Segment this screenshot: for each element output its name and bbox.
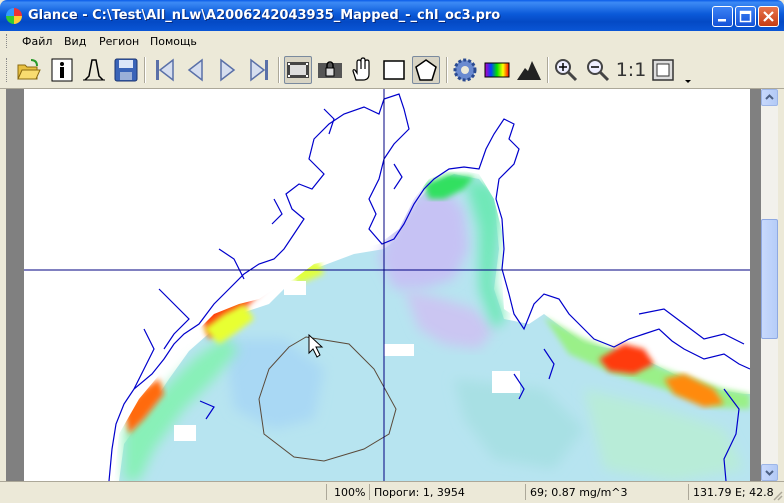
minimize-button[interactable] [712,6,733,27]
toolbar-separator [144,57,146,83]
stretch-button[interactable] [515,56,543,84]
first-frame-icon [156,58,174,82]
prev-frame-button[interactable] [182,56,210,84]
lock-filmstrip-button[interactable] [316,56,344,84]
scroll-thumb[interactable] [761,219,778,339]
open-button[interactable] [15,56,43,84]
menu-file[interactable]: Файл [22,35,52,48]
settings-button[interactable] [451,56,479,84]
status-zoom: 100% [334,486,366,499]
fit-window-button[interactable] [649,56,677,84]
histogram-button[interactable] [80,56,108,84]
next-frame-icon [220,58,236,82]
title-bar[interactable]: Glance - C:\Test\All_nLw\A2006242043935_… [0,0,784,31]
zoom-out-button[interactable] [584,56,612,84]
zoom-in-icon [555,59,578,82]
vertical-scrollbar[interactable] [761,89,778,481]
rectangle-icon [383,60,405,80]
toolbar-separator [278,57,280,83]
polygon-icon [415,59,437,81]
palette-icon [484,62,510,78]
last-frame-button[interactable] [245,56,273,84]
menu-region[interactable]: Регион [99,35,139,48]
resize-grip-icon[interactable] [772,490,783,501]
polygon-region-button[interactable] [412,56,440,84]
open-folder-icon [17,59,41,80]
status-separator [688,484,689,500]
hand-icon [352,57,370,81]
pan-button[interactable] [348,56,376,84]
last-frame-icon [250,58,268,82]
scroll-down-button[interactable] [761,464,778,481]
status-thresholds: Пороги: 1, 3954 [374,486,465,499]
menu-view[interactable]: Вид [64,35,86,48]
save-button[interactable] [112,56,140,84]
gear-icon [453,58,477,82]
zoom-1to1-button[interactable]: 1:1 [615,56,647,84]
filmstrip-icon [287,62,309,78]
fit-window-icon [652,59,674,81]
toolbar-separator [446,57,448,83]
palette-button[interactable] [483,56,511,84]
close-button[interactable] [758,6,779,27]
toolbar-separator [547,57,549,83]
status-separator [525,484,526,500]
next-frame-button[interactable] [213,56,241,84]
chevron-down-icon [765,470,774,476]
filmstrip-button[interactable] [284,56,312,84]
save-icon [114,58,138,82]
toolbar-overflow-button[interactable] [682,56,694,84]
chevron-up-icon [765,94,774,100]
status-separator [369,484,370,500]
image-viewport[interactable] [6,89,761,481]
chevron-down-icon [685,80,691,83]
info-button[interactable] [48,56,76,84]
map-canvas[interactable] [24,89,750,481]
rectangle-region-button[interactable] [380,56,408,84]
info-icon [51,58,73,82]
maximize-button[interactable] [735,6,756,27]
menu-grip [6,34,10,48]
window-title: Glance - C:\Test\All_nLw\A2006242043935_… [28,8,501,23]
zoom-in-button[interactable] [552,56,580,84]
app-window: Glance - C:\Test\All_nLw\A2006242043935_… [0,0,784,503]
histogram-icon [83,59,105,81]
mountain-icon [517,61,541,80]
status-bar: 100% Пороги: 1, 3954 69; 0.87 mg/m^3 131… [0,481,784,503]
toolbar-grip [6,58,10,82]
scroll-up-button[interactable] [761,89,778,106]
first-frame-button[interactable] [151,56,179,84]
chlorophyll-map[interactable] [24,89,750,481]
lock-filmstrip-icon [318,61,342,78]
toolbar: 1:1 [0,51,784,89]
status-pixel-value: 69; 0.87 mg/m^3 [530,486,628,499]
status-separator [326,484,327,500]
zoom-out-icon [587,59,610,82]
menu-help[interactable]: Помощь [150,35,197,48]
prev-frame-icon [187,58,203,82]
menu-bar: Файл Вид Регион Помощь [0,31,784,51]
status-coordinates: 131.79 E; 42.8 [693,486,774,499]
glance-app-icon [6,8,22,24]
